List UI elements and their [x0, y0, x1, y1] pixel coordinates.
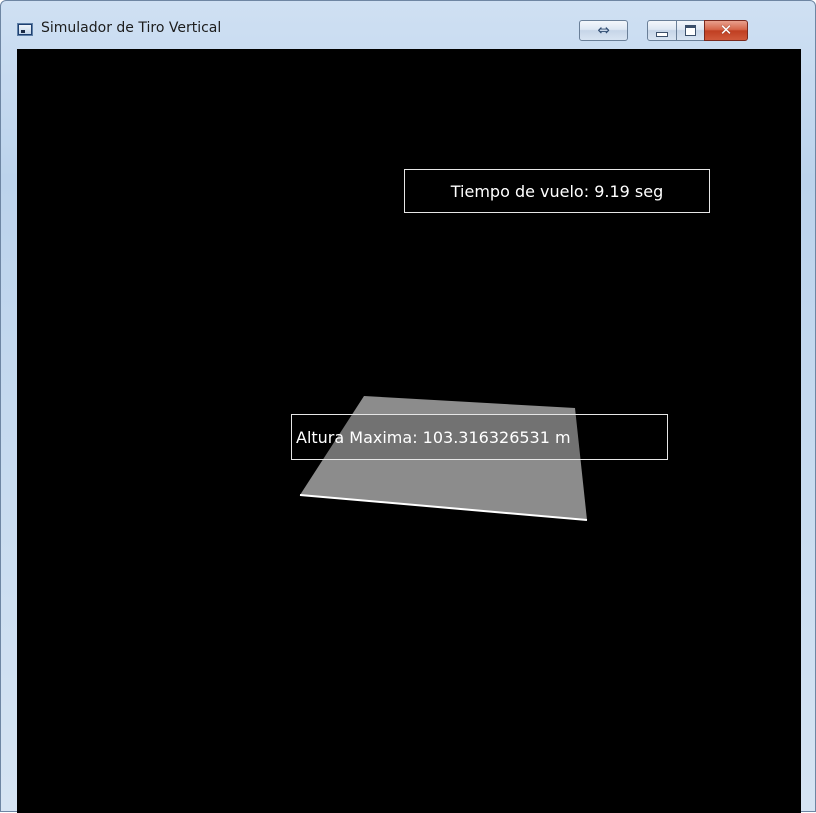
maximize-icon [685, 25, 696, 36]
swap-layout-button[interactable]: ⇔ [579, 20, 628, 41]
max-height-text: Altura Maxima: 103.316326531 m [296, 427, 571, 447]
minimize-button[interactable] [647, 20, 677, 41]
app-window-icon [17, 23, 33, 36]
close-button[interactable]: ✕ [704, 20, 748, 41]
title-bar[interactable]: Simulador de Tiro Vertical ⇔ ✕ [1, 1, 815, 49]
render-viewport[interactable]: Tiempo de vuelo: 9.19 seg Altura Maxima:… [17, 49, 801, 813]
flight-time-label: Tiempo de vuelo: 9.19 seg [404, 169, 710, 213]
maximize-button[interactable] [676, 20, 705, 41]
app-window: Simulador de Tiro Vertical ⇔ ✕ Tiempo de… [0, 0, 816, 813]
window-title: Simulador de Tiro Vertical [41, 20, 222, 36]
flight-time-text: Tiempo de vuelo: 9.19 seg [450, 181, 664, 201]
minimize-icon [656, 31, 668, 37]
close-icon: ✕ [719, 21, 733, 39]
max-height-label: Altura Maxima: 103.316326531 m [291, 414, 668, 460]
double-arrow-icon: ⇔ [597, 21, 610, 39]
